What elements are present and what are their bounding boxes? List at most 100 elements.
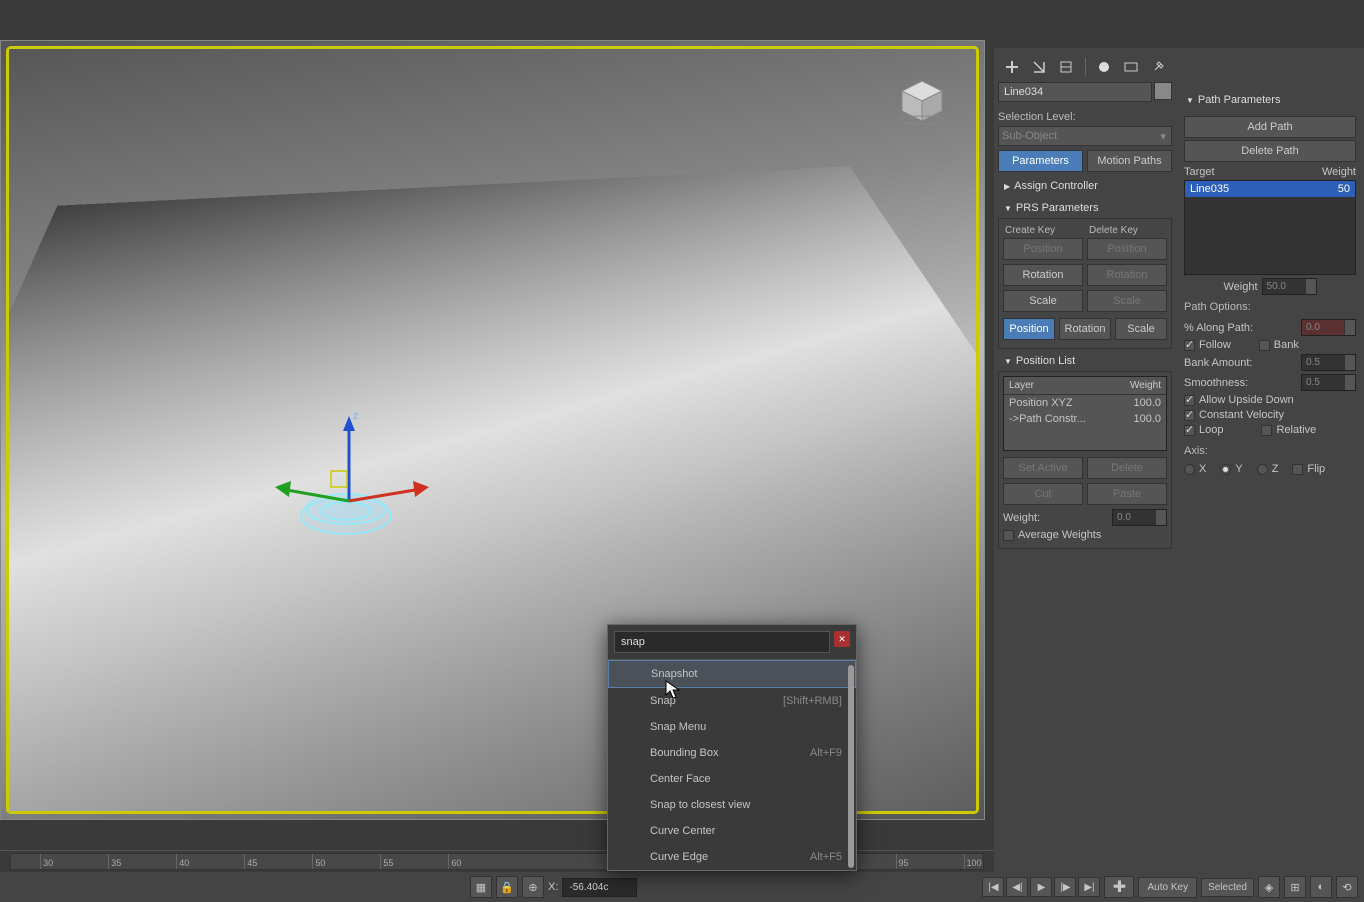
display-tab-icon[interactable] [1120, 56, 1141, 78]
parameters-tab[interactable]: Parameters [998, 150, 1083, 172]
path-weight-label: Weight [1223, 281, 1257, 293]
delete-scale-key[interactable]: Scale [1087, 290, 1167, 312]
motion-paths-tab[interactable]: Motion Paths [1087, 150, 1172, 172]
average-weights-label: Average Weights [1018, 529, 1101, 541]
search-result-item[interactable]: Curve Center [608, 818, 856, 844]
key-mode-icon[interactable]: ✚ [1104, 876, 1134, 898]
average-weights-checkbox[interactable] [1003, 530, 1014, 541]
create-rotation-key[interactable]: Rotation [1003, 264, 1083, 286]
create-tab-icon[interactable] [1002, 56, 1023, 78]
percent-along-path-label: % Along Path: [1184, 322, 1297, 334]
relative-checkbox[interactable] [1261, 425, 1272, 436]
weight-spinner[interactable]: 0.0 [1112, 509, 1167, 526]
search-input[interactable] [614, 631, 830, 653]
assign-controller-rollout[interactable]: Assign Controller [998, 176, 1172, 196]
constant-velocity-checkbox[interactable] [1184, 410, 1195, 421]
search-result-item[interactable]: Snap Menu [608, 714, 856, 740]
coord-system-icon[interactable]: ⊕ [522, 876, 544, 898]
smoothness-spinner[interactable]: 0.5 [1301, 374, 1356, 391]
scale-track-button[interactable]: Scale [1115, 318, 1167, 340]
search-results: SnapshotSnap[Shift+RMB]Snap MenuBounding… [608, 660, 856, 870]
object-name-field[interactable]: Line034 [998, 82, 1152, 102]
set-active-button[interactable]: Set Active [1003, 457, 1083, 479]
weight-header: Weight [1322, 166, 1356, 178]
path-weight-spinner[interactable]: 50.0 [1262, 278, 1317, 295]
layer-column-header: Layer [1004, 377, 1121, 394]
delete-position-key[interactable]: Position [1087, 238, 1167, 260]
motion-tab-icon[interactable] [1093, 56, 1114, 78]
list-item[interactable]: Line035 50 [1185, 181, 1355, 197]
nav-icon-1[interactable]: ◈ [1258, 876, 1280, 898]
position-track-button[interactable]: Position [1003, 318, 1055, 340]
axis-z-radio[interactable] [1257, 464, 1268, 475]
allow-upside-down-label: Allow Upside Down [1199, 394, 1294, 406]
create-position-key[interactable]: Position [1003, 238, 1083, 260]
axis-x-radio[interactable] [1184, 464, 1195, 475]
scrollbar[interactable] [848, 665, 854, 868]
delete-path-button[interactable]: Delete Path [1184, 140, 1356, 162]
allow-upside-down-checkbox[interactable] [1184, 395, 1195, 406]
create-scale-key[interactable]: Scale [1003, 290, 1083, 312]
search-result-item[interactable]: Snap to closest view [608, 792, 856, 818]
bank-checkbox[interactable] [1259, 340, 1270, 351]
search-result-item[interactable]: Curve EdgeAlt+F5 [608, 844, 856, 870]
position-list-box[interactable]: Layer Weight Position XYZ 100.0 ->Path C… [1003, 376, 1167, 451]
goto-end-button[interactable]: ▶| [1078, 877, 1100, 897]
follow-checkbox[interactable] [1184, 340, 1195, 351]
search-result-item[interactable]: Snapshot [608, 660, 856, 688]
search-result-item[interactable]: Snap[Shift+RMB] [608, 688, 856, 714]
motion-panel: Line034 Selection Level: Sub-Object Para… [994, 48, 1176, 888]
paste-button[interactable]: Paste [1087, 483, 1167, 505]
auto-key-button[interactable]: Auto Key [1138, 877, 1197, 898]
object-color-swatch[interactable] [1154, 82, 1172, 100]
delete-rotation-key[interactable]: Rotation [1087, 264, 1167, 286]
list-item[interactable]: Position XYZ 100.0 [1004, 395, 1166, 411]
prev-frame-button[interactable]: ◀| [1006, 877, 1028, 897]
rotation-track-button[interactable]: Rotation [1059, 318, 1111, 340]
search-result-item[interactable]: Center Face [608, 766, 856, 792]
viewcube[interactable] [894, 76, 949, 126]
flip-label: Flip [1307, 463, 1325, 475]
play-button[interactable]: ▶ [1030, 877, 1052, 897]
path-parameters-rollout[interactable]: Path Parameters [1180, 90, 1360, 110]
hierarchy-tab-icon[interactable] [1056, 56, 1077, 78]
smoothness-label: Smoothness: [1184, 377, 1297, 389]
loop-checkbox[interactable] [1184, 425, 1195, 436]
command-panel: Line034 Selection Level: Sub-Object Para… [994, 48, 1364, 888]
utilities-tab-icon[interactable] [1147, 56, 1168, 78]
bank-label: Bank [1274, 339, 1299, 351]
percent-along-path-spinner[interactable]: 0.0 [1301, 319, 1356, 336]
weight-column-header: Weight [1121, 377, 1166, 394]
weight-label: Weight: [1003, 512, 1108, 524]
modify-tab-icon[interactable] [1029, 56, 1050, 78]
add-path-button[interactable]: Add Path [1184, 116, 1356, 138]
close-icon[interactable]: ✕ [834, 631, 850, 647]
transform-gizmo[interactable]: z [271, 411, 451, 541]
sub-object-dropdown[interactable]: Sub-Object [998, 126, 1172, 146]
axis-y-radio[interactable] [1220, 464, 1231, 475]
target-weight: 50 [1310, 183, 1350, 195]
next-frame-button[interactable]: |▶ [1054, 877, 1076, 897]
position-list-rollout[interactable]: Position List [998, 351, 1172, 371]
cut-button[interactable]: Cut [1003, 483, 1083, 505]
playback-controls: |◀ ◀| ▶ |▶ ▶| [982, 877, 1100, 897]
key-filter-select[interactable]: Selected [1201, 878, 1254, 897]
search-result-item[interactable]: Bounding BoxAlt+F9 [608, 740, 856, 766]
nav-icon-3[interactable]: ◐ [1310, 876, 1332, 898]
target-list[interactable]: Line035 50 [1184, 180, 1356, 275]
flip-checkbox[interactable] [1292, 464, 1303, 475]
bank-amount-spinner[interactable]: 0.5 [1301, 354, 1356, 371]
nav-icon-4[interactable]: ⟲ [1336, 876, 1358, 898]
delete-key-label: Delete Key [1087, 223, 1167, 238]
prs-parameters-rollout[interactable]: PRS Parameters [998, 198, 1172, 218]
list-item[interactable]: ->Path Constr... 100.0 [1004, 411, 1166, 427]
timeline-tick: 95 [896, 854, 909, 869]
grid-icon[interactable]: ▦ [470, 876, 492, 898]
target-header: Target [1184, 166, 1322, 178]
lock-icon[interactable]: 🔒 [496, 876, 518, 898]
goto-start-button[interactable]: |◀ [982, 877, 1004, 897]
delete-layer-button[interactable]: Delete [1087, 457, 1167, 479]
path-parameters-body: Add Path Delete Path Target Weight Line0… [1180, 110, 1360, 482]
nav-icon-2[interactable]: ⊞ [1284, 876, 1306, 898]
coord-x-field[interactable]: -56.404c [562, 878, 637, 897]
